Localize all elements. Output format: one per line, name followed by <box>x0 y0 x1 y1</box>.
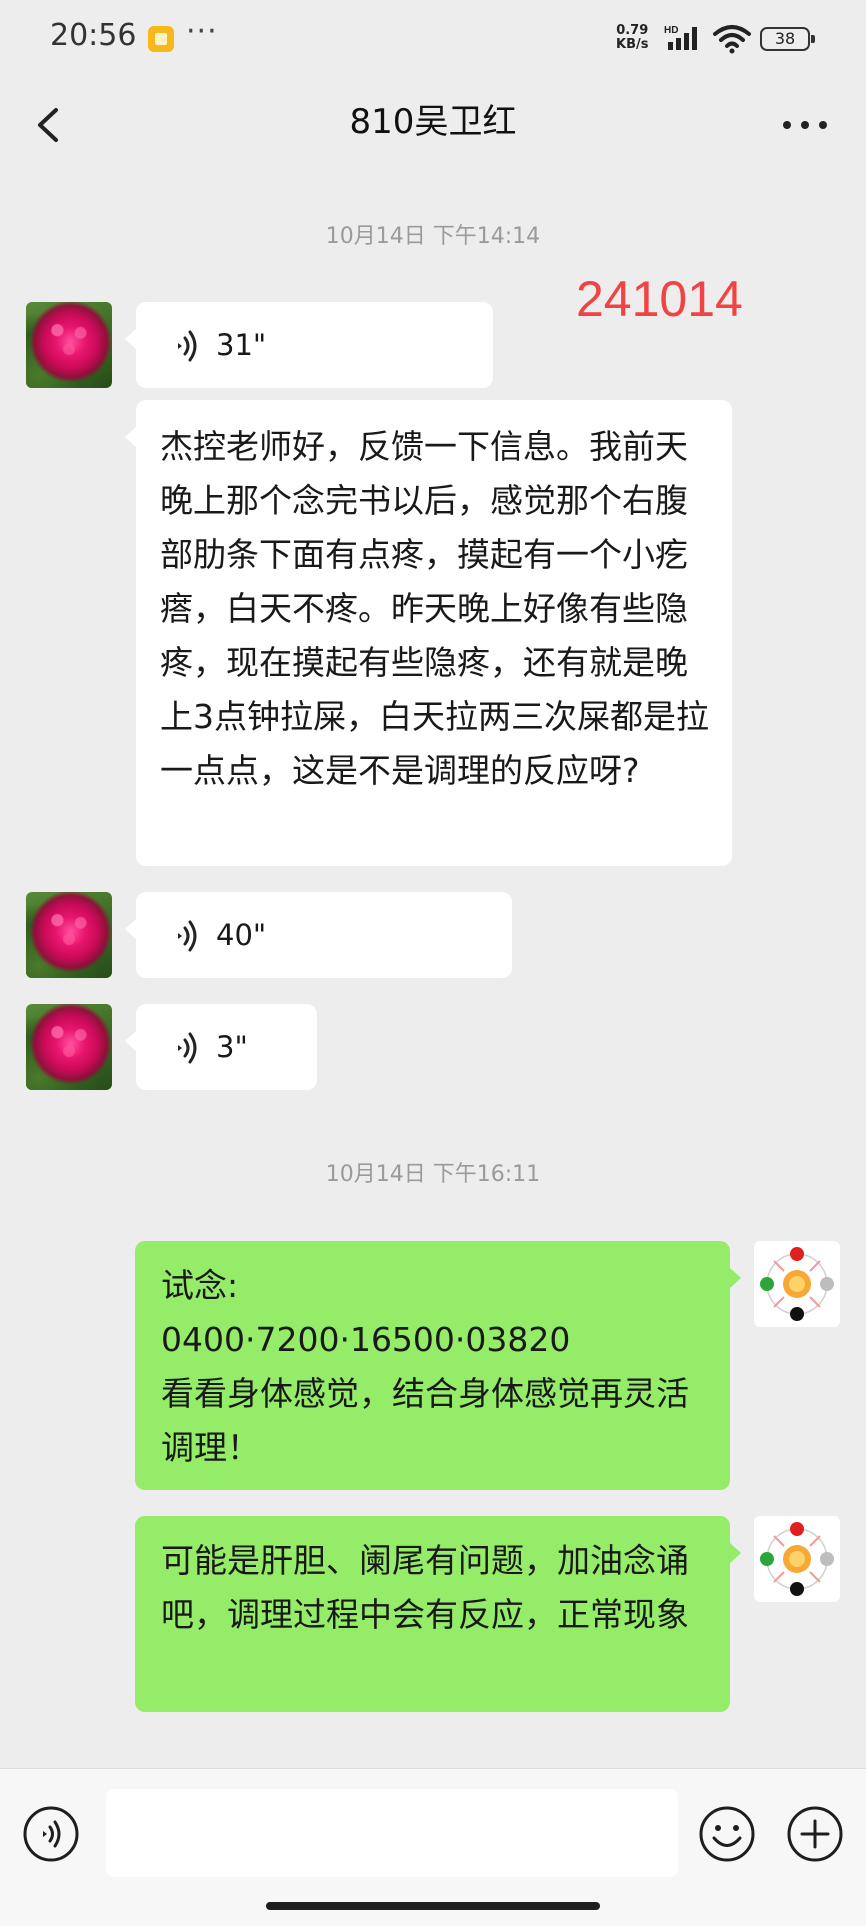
emoji-icon <box>699 1806 755 1862</box>
voice-wave-icon <box>178 1032 197 1064</box>
wifi-icon <box>713 25 751 54</box>
voice-message[interactable]: 3" <box>125 1004 317 1090</box>
chat-header: 810吴卫红 <box>0 80 866 170</box>
chat-title: 810吴卫红 <box>349 102 517 142</box>
message-input[interactable] <box>106 1789 678 1877</box>
plus-circle-icon <box>787 1806 843 1862</box>
network-speed-value: 0.79 <box>616 23 649 38</box>
own-avatar[interactable] <box>754 1241 840 1327</box>
more-horizontal-icon <box>783 121 827 129</box>
voice-duration: 3" <box>216 1030 248 1064</box>
network-speed: 0.79 KB/s <box>616 24 648 52</box>
voice-mode-button[interactable] <box>22 1805 80 1863</box>
voice-duration: 31" <box>216 328 267 362</box>
message-text: 试念: 0400·7200·16500·03820 看看身体感觉，结合身体感觉再… <box>161 1266 689 1467</box>
message-timestamp: 10月14日 下午16:11 <box>325 1162 541 1187</box>
diagram-logo-icon <box>760 1247 834 1321</box>
cellular-signal-icon: HD <box>664 25 697 50</box>
voice-message[interactable]: 31" <box>125 302 493 388</box>
voice-mode-icon <box>23 1806 79 1862</box>
home-indicator[interactable] <box>266 1902 600 1910</box>
voice-wave-icon <box>178 330 197 362</box>
more-notifications-icon: ··· <box>186 14 218 49</box>
battery-indicator: 38 <box>760 27 815 51</box>
status-time: 20:56 <box>50 18 137 53</box>
network-speed-unit: KB/s <box>616 37 649 52</box>
voice-wave-icon <box>178 920 197 952</box>
network-type-label: HD <box>664 25 678 36</box>
add-more-button[interactable] <box>786 1805 844 1863</box>
voice-duration: 40" <box>216 918 267 952</box>
contact-avatar[interactable] <box>26 302 112 388</box>
emoji-button[interactable] <box>698 1805 756 1863</box>
notification-app-icon <box>148 26 174 52</box>
own-avatar[interactable] <box>754 1516 840 1602</box>
sent-text-message[interactable]: 可能是肝胆、阑尾有问题，加油念诵吧，调理过程中会有反应，正常现象 <box>135 1516 741 1712</box>
date-annotation: 241014 <box>576 271 743 327</box>
contact-avatar[interactable] <box>26 1004 112 1090</box>
more-options-button[interactable] <box>770 92 840 158</box>
message-text: 杰控老师好，反馈一下信息。我前天晚上那个念完书以后，感觉那个右腹部肋条下面有点疼… <box>160 427 709 790</box>
text-message[interactable]: 杰控老师好，反馈一下信息。我前天晚上那个念完书以后，感觉那个右腹部肋条下面有点疼… <box>125 400 732 866</box>
message-text: 可能是肝胆、阑尾有问题，加油念诵吧，调理过程中会有反应，正常现象 <box>161 1541 689 1634</box>
status-bar: 20:56 ··· 0.79 KB/s HD 38 <box>0 0 866 80</box>
message-timestamp: 10月14日 下午14:14 <box>325 224 541 249</box>
contact-avatar[interactable] <box>26 892 112 978</box>
diagram-logo-icon <box>760 1522 834 1596</box>
sent-text-message[interactable]: 试念: 0400·7200·16500·03820 看看身体感觉，结合身体感觉再… <box>135 1241 741 1490</box>
voice-message[interactable]: 40" <box>125 892 512 978</box>
